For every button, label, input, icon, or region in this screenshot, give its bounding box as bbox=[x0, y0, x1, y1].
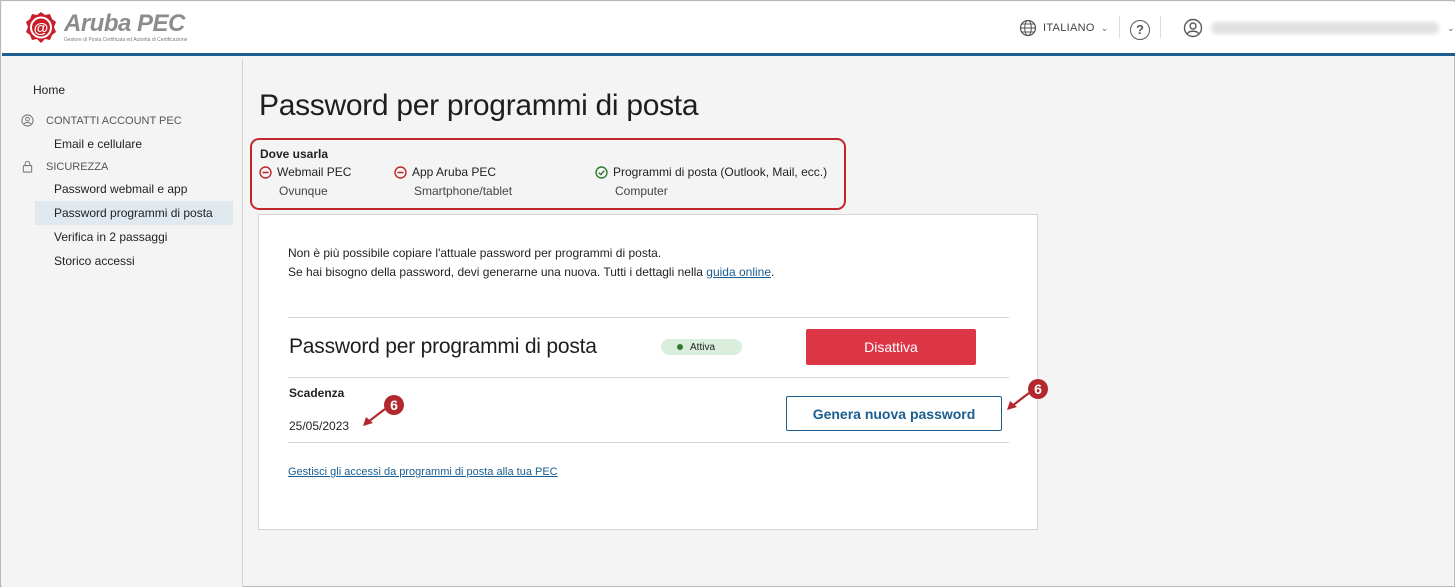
where-item-name: Programmi di posta (Outlook, Mail, ecc.) bbox=[613, 165, 828, 179]
password-card: Non è più possibile copiare l'attuale pa… bbox=[258, 214, 1038, 530]
annotation-arrow-icon bbox=[363, 408, 386, 426]
top-header: @ Aruba PEC Gestore di Posta Certificata… bbox=[2, 2, 1455, 56]
annotation-arrow-icon bbox=[1007, 392, 1030, 410]
language-selector[interactable]: ITALIANO ⌄ bbox=[1019, 19, 1108, 37]
user-email-redacted bbox=[1211, 22, 1439, 34]
generate-password-button[interactable]: Genera nuova password bbox=[786, 396, 1002, 431]
where-to-use-box: Dove usarla Webmail PEC Ovunque App Arub… bbox=[250, 138, 846, 210]
lock-icon bbox=[22, 160, 33, 173]
sidebar-group-contatti: CONTATTI ACCOUNT PEC bbox=[21, 114, 182, 127]
where-item-app: App Aruba PEC Smartphone/tablet bbox=[394, 165, 512, 198]
minus-circle-icon bbox=[259, 165, 272, 179]
where-heading: Dove usarla bbox=[260, 147, 329, 161]
where-item-programmi: Programmi di posta (Outlook, Mail, ecc.)… bbox=[595, 165, 827, 198]
info-message: Non è più possibile copiare l'attuale pa… bbox=[288, 244, 774, 282]
language-label: ITALIANO bbox=[1043, 22, 1095, 34]
where-item-name: App Aruba PEC bbox=[412, 165, 497, 179]
sidebar-group-sicurezza: SICUREZZA bbox=[21, 160, 108, 173]
status-badge-label: Attiva bbox=[690, 341, 716, 353]
expiry-value: 25/05/2023 bbox=[289, 419, 350, 433]
where-item-sub: Smartphone/tablet bbox=[414, 184, 513, 198]
aruba-pec-logo[interactable]: @ Aruba PEC Gestore di Posta Certificata… bbox=[24, 10, 204, 50]
globe-icon bbox=[1019, 19, 1037, 37]
app-frame: @ Aruba PEC Gestore di Posta Certificata… bbox=[0, 0, 1455, 587]
where-item-sub: Ovunque bbox=[279, 184, 328, 198]
guida-online-link[interactable]: guida online bbox=[706, 265, 771, 279]
minus-circle-icon bbox=[394, 165, 407, 179]
aruba-seal-icon: @ bbox=[26, 12, 56, 43]
password-section-title: Password per programmi di posta bbox=[289, 335, 597, 358]
status-dot-icon bbox=[677, 344, 683, 350]
user-circle-icon bbox=[1183, 18, 1203, 38]
sidebar-item-home[interactable]: Home bbox=[33, 83, 65, 97]
sidebar-group-label: CONTATTI ACCOUNT PEC bbox=[46, 114, 182, 127]
info-line-1: Non è più possibile copiare l'attuale pa… bbox=[288, 246, 662, 260]
info-line-2-end: . bbox=[771, 265, 775, 279]
where-item-name: Webmail PEC bbox=[277, 165, 352, 179]
page-title: Password per programmi di posta bbox=[259, 89, 699, 122]
user-menu[interactable]: ⌄ bbox=[1183, 18, 1455, 38]
logo-tagline: Gestore di Posta Certificata ed Autorità… bbox=[64, 37, 188, 43]
logo-text: Aruba PEC bbox=[64, 10, 185, 37]
user-circle-icon bbox=[21, 114, 34, 127]
sidebar-item-verifica-2-passaggi[interactable]: Verifica in 2 passaggi bbox=[35, 225, 233, 249]
expiry-label: Scadenza bbox=[289, 386, 345, 400]
header-divider bbox=[1160, 16, 1161, 38]
info-line-2: Se hai bisogno della password, devi gene… bbox=[288, 263, 774, 282]
info-line-2-text: Se hai bisogno della password, devi gene… bbox=[288, 265, 707, 279]
header-divider bbox=[1119, 16, 1120, 38]
status-badge: Attiva bbox=[661, 339, 742, 355]
sidebar-item-password-programmi[interactable]: Password programmi di posta bbox=[35, 201, 233, 225]
svg-text:@: @ bbox=[34, 20, 49, 37]
sidebar: Home CONTATTI ACCOUNT PEC Email e cellul… bbox=[2, 59, 243, 587]
chevron-down-icon: ⌄ bbox=[1447, 22, 1455, 33]
sidebar-item-password-webmail[interactable]: Password webmail e app bbox=[35, 177, 233, 201]
divider bbox=[288, 377, 1009, 378]
sidebar-group-label: SICUREZZA bbox=[46, 160, 109, 173]
divider bbox=[288, 442, 1009, 443]
help-icon[interactable]: ? bbox=[1130, 20, 1150, 40]
sidebar-item-email-cellulare[interactable]: Email e cellulare bbox=[35, 132, 233, 156]
deactivate-button[interactable]: Disattiva bbox=[806, 329, 976, 365]
where-item-sub: Computer bbox=[615, 184, 668, 198]
where-item-webmail: Webmail PEC Ovunque bbox=[259, 165, 351, 198]
chevron-down-icon: ⌄ bbox=[1100, 22, 1109, 33]
check-circle-icon bbox=[595, 165, 608, 179]
sidebar-item-storico-accessi[interactable]: Storico accessi bbox=[35, 249, 233, 273]
divider bbox=[288, 317, 1009, 318]
manage-access-link[interactable]: Gestisci gli accessi da programmi di pos… bbox=[288, 466, 558, 478]
